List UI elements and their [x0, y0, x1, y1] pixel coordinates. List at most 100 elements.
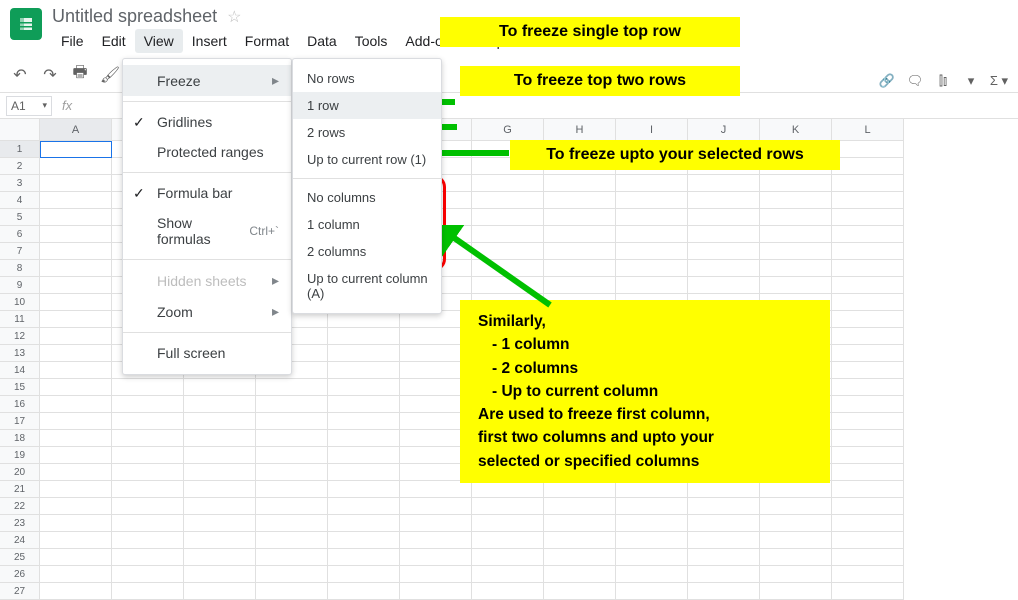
cell-G21[interactable]	[472, 481, 544, 498]
row-header-22[interactable]: 22	[0, 498, 40, 515]
doc-title[interactable]: Untitled spreadsheet	[52, 6, 217, 27]
freeze-2-rows[interactable]: 2 rows	[293, 119, 441, 146]
cell-J22[interactable]	[688, 498, 760, 515]
col-header-I[interactable]: I	[616, 119, 688, 141]
cell-G24[interactable]	[472, 532, 544, 549]
cell-L7[interactable]	[832, 243, 904, 260]
cell-A4[interactable]	[40, 192, 112, 209]
cell-D17[interactable]	[256, 413, 328, 430]
cell-J9[interactable]	[688, 277, 760, 294]
cell-J27[interactable]	[688, 583, 760, 600]
cell-H3[interactable]	[544, 175, 616, 192]
cell-B20[interactable]	[112, 464, 184, 481]
row-header-20[interactable]: 20	[0, 464, 40, 481]
cell-F27[interactable]	[400, 583, 472, 600]
cell-A5[interactable]	[40, 209, 112, 226]
cell-B24[interactable]	[112, 532, 184, 549]
cell-A10[interactable]	[40, 294, 112, 311]
cell-B25[interactable]	[112, 549, 184, 566]
cell-L20[interactable]	[832, 464, 904, 481]
cell-A11[interactable]	[40, 311, 112, 328]
cell-C19[interactable]	[184, 447, 256, 464]
cell-I22[interactable]	[616, 498, 688, 515]
cell-B26[interactable]	[112, 566, 184, 583]
cell-I3[interactable]	[616, 175, 688, 192]
row-header-5[interactable]: 5	[0, 209, 40, 226]
cell-K26[interactable]	[760, 566, 832, 583]
cell-B22[interactable]	[112, 498, 184, 515]
cell-C26[interactable]	[184, 566, 256, 583]
cell-I4[interactable]	[616, 192, 688, 209]
row-header-24[interactable]: 24	[0, 532, 40, 549]
cell-L24[interactable]	[832, 532, 904, 549]
row-header-8[interactable]: 8	[0, 260, 40, 277]
cell-J25[interactable]	[688, 549, 760, 566]
print-icon[interactable]: 🖶	[68, 63, 92, 87]
menu-view[interactable]: View	[135, 29, 183, 53]
menu-tools[interactable]: Tools	[346, 29, 397, 53]
col-header-H[interactable]: H	[544, 119, 616, 141]
cell-B17[interactable]	[112, 413, 184, 430]
cell-E20[interactable]	[328, 464, 400, 481]
cell-H24[interactable]	[544, 532, 616, 549]
col-header-J[interactable]: J	[688, 119, 760, 141]
cell-K4[interactable]	[760, 192, 832, 209]
cell-E16[interactable]	[328, 396, 400, 413]
cell-J8[interactable]	[688, 260, 760, 277]
cell-K21[interactable]	[760, 481, 832, 498]
cell-I8[interactable]	[616, 260, 688, 277]
cell-K5[interactable]	[760, 209, 832, 226]
cell-I24[interactable]	[616, 532, 688, 549]
cell-A24[interactable]	[40, 532, 112, 549]
row-header-7[interactable]: 7	[0, 243, 40, 260]
cell-C25[interactable]	[184, 549, 256, 566]
filter-icon[interactable]: ▾	[960, 70, 982, 92]
cell-H22[interactable]	[544, 498, 616, 515]
cell-E22[interactable]	[328, 498, 400, 515]
row-header-11[interactable]: 11	[0, 311, 40, 328]
freeze-1-col[interactable]: 1 column	[293, 211, 441, 238]
cell-L17[interactable]	[832, 413, 904, 430]
row-header-25[interactable]: 25	[0, 549, 40, 566]
freeze-2-cols[interactable]: 2 columns	[293, 238, 441, 265]
cell-K8[interactable]	[760, 260, 832, 277]
cell-I7[interactable]	[616, 243, 688, 260]
cell-J6[interactable]	[688, 226, 760, 243]
cell-A19[interactable]	[40, 447, 112, 464]
menu-full-screen[interactable]: Full screen	[123, 338, 291, 368]
cell-A16[interactable]	[40, 396, 112, 413]
cell-A23[interactable]	[40, 515, 112, 532]
cell-J5[interactable]	[688, 209, 760, 226]
row-header-14[interactable]: 14	[0, 362, 40, 379]
row-header-21[interactable]: 21	[0, 481, 40, 498]
cell-J23[interactable]	[688, 515, 760, 532]
cell-B19[interactable]	[112, 447, 184, 464]
cell-A13[interactable]	[40, 345, 112, 362]
cell-L8[interactable]	[832, 260, 904, 277]
cell-J4[interactable]	[688, 192, 760, 209]
cell-A27[interactable]	[40, 583, 112, 600]
cell-C21[interactable]	[184, 481, 256, 498]
cell-E15[interactable]	[328, 379, 400, 396]
comment-icon[interactable]: 🗨	[904, 70, 926, 92]
cell-E13[interactable]	[328, 345, 400, 362]
row-header-23[interactable]: 23	[0, 515, 40, 532]
cell-C16[interactable]	[184, 396, 256, 413]
cell-G5[interactable]	[472, 209, 544, 226]
cell-I9[interactable]	[616, 277, 688, 294]
cell-H21[interactable]	[544, 481, 616, 498]
cell-D27[interactable]	[256, 583, 328, 600]
cell-H27[interactable]	[544, 583, 616, 600]
cell-E18[interactable]	[328, 430, 400, 447]
cell-L26[interactable]	[832, 566, 904, 583]
menu-file[interactable]: File	[52, 29, 93, 53]
cell-A1[interactable]	[40, 141, 112, 158]
cell-I5[interactable]	[616, 209, 688, 226]
cell-H23[interactable]	[544, 515, 616, 532]
undo-icon[interactable]: ↶	[8, 63, 32, 87]
cell-K3[interactable]	[760, 175, 832, 192]
menu-freeze[interactable]: Freeze ▸	[123, 65, 291, 96]
row-header-26[interactable]: 26	[0, 566, 40, 583]
cell-E21[interactable]	[328, 481, 400, 498]
name-box[interactable]: A1 ▾	[6, 96, 52, 116]
